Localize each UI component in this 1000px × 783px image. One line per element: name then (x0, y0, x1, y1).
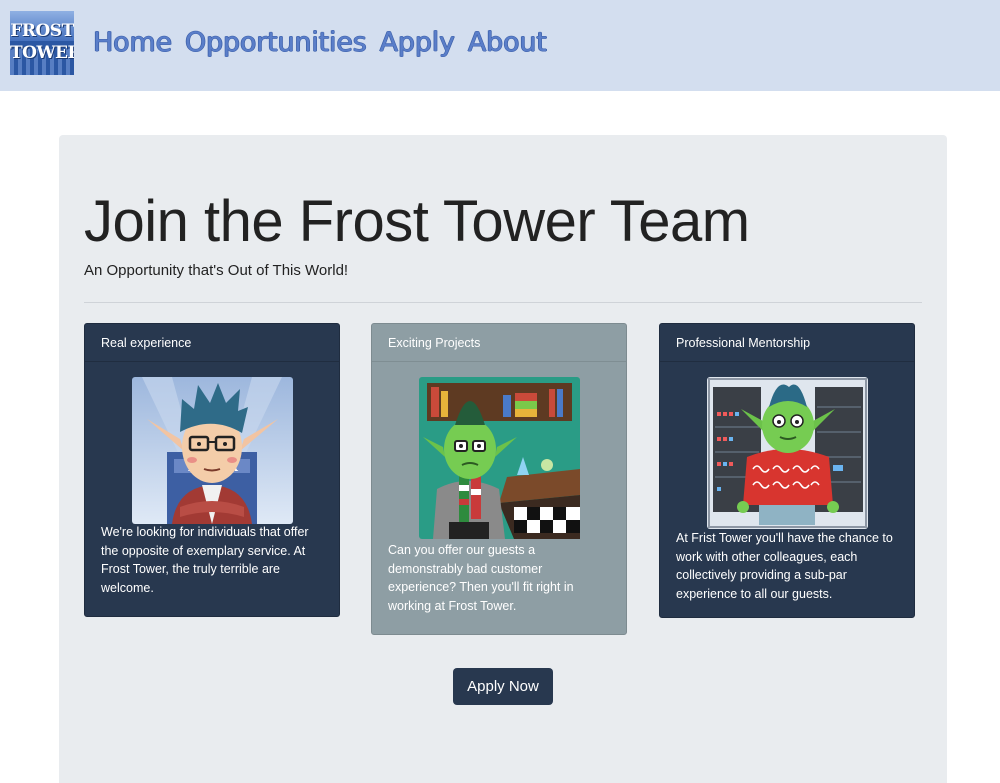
card-real-experience: Real experience TOWER (84, 323, 340, 617)
card-text: We're looking for individuals that offer… (101, 525, 309, 595)
divider (84, 302, 922, 303)
nav-link-home[interactable]: Home (93, 25, 172, 61)
nav-link-opportunities[interactable]: Opportunities (185, 25, 367, 61)
card-text: At Frist Tower you'll have the chance to… (676, 531, 893, 601)
nav-link-apply[interactable]: Apply (380, 25, 455, 61)
logo-line-2: TOWER (10, 43, 74, 63)
card-exciting-projects: Exciting Projects Can you offer our gues… (371, 323, 627, 635)
card-professional-mentorship: Professional Mentorship At Frist Tower y… (659, 323, 915, 618)
card-header: Professional Mentorship (660, 324, 914, 362)
top-navbar: FROST TOWER Home Opportunities Apply Abo… (0, 0, 1000, 91)
elf-avatar-image: TOWER (131, 377, 293, 524)
goblin-lab-image (418, 377, 580, 539)
page-title: Join the Frost Tower Team (84, 189, 750, 254)
card-header: Exciting Projects (372, 324, 626, 362)
logo-line-1: FROST (10, 21, 74, 41)
goblin-server-room-image (706, 377, 868, 529)
apply-now-button[interactable]: Apply Now (453, 668, 553, 705)
card-text: Can you offer our guests a demonstrably … (388, 543, 574, 613)
jumbotron: Join the Frost Tower Team An Opportunity… (59, 135, 947, 783)
nav-links: Home Opportunities Apply About (93, 25, 560, 61)
nav-link-about[interactable]: About (468, 25, 547, 61)
frost-tower-logo[interactable]: FROST TOWER (10, 11, 74, 75)
card-header: Real experience (85, 324, 339, 362)
page-subtitle: An Opportunity that's Out of This World! (84, 262, 349, 279)
